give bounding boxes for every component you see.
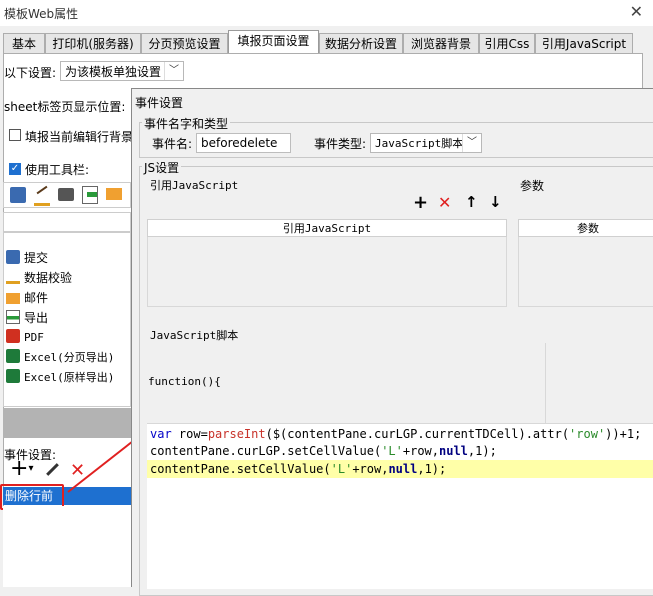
scope-select-value: 为该模板单独设置 [65,65,162,79]
tab-fill-page[interactable]: 填报页面设置 [228,30,319,54]
list-item[interactable]: PDF [6,329,44,347]
pdf-icon [6,329,20,343]
tab-page-preview[interactable]: 分页预览设置 [141,33,228,53]
code-line-3: contentPane.setCellValue('L'+row,null,1)… [147,460,653,478]
scope-label: 以下设置: [4,66,57,80]
params-list[interactable] [518,237,653,307]
event-settings-dialog: 事件设置 事件名字和类型 事件名: beforedelete 事件类型: Jav… [131,88,653,596]
fill-bg-checkbox[interactable] [9,129,21,141]
add-event-button[interactable]: +▾ [10,458,33,480]
tab-bar: 基本 打印机(服务器) 分页预览设置 填报页面设置 数据分析设置 浏览器背景 引… [3,30,653,54]
list-item-label: 数据校验 [24,271,73,285]
export-icon [6,310,20,324]
scope-select[interactable]: 为该模板单独设置 ﹀ [60,61,184,81]
add-ref-js-button[interactable]: + [413,192,428,213]
submit-icon [6,250,20,264]
validate-icon [6,270,20,284]
tab-printer[interactable]: 打印机(服务器) [45,33,141,53]
name-type-group-label: 事件名字和类型 [142,115,231,132]
toolbar-blank-row [3,212,131,232]
list-item-label: 提交 [24,251,49,265]
move-up-button[interactable]: ↑ [465,193,478,211]
toolbar-checkbox[interactable]: ✓ [9,163,21,175]
tab-browser-bg[interactable]: 浏览器背景 [403,33,479,53]
list-item-label: 邮件 [24,291,49,305]
tab-data-analysis[interactable]: 数据分析设置 [319,33,403,53]
window-titlebar: 模板Web属性 ✕ [0,0,653,26]
list-item[interactable]: Excel(分页导出) [6,349,114,367]
function-line: function(){ [148,375,221,388]
edit-event-button[interactable] [44,462,60,478]
js-script-label: JavaScript脚本 [150,329,239,342]
delete-ref-js-button[interactable]: ✕ [438,193,451,212]
code-line-2: contentPane.curLGP.setCellValue('L'+row,… [150,444,497,458]
dialog-title: 事件设置 [135,96,184,110]
plus-icon: + [10,456,29,481]
edit-icon[interactable] [34,185,50,206]
chevron-down-icon: ▾ [28,463,34,474]
list-item-label: Excel(原样导出) [24,371,115,384]
ref-js-label: 引用JavaScript [150,179,239,192]
tab-basic[interactable]: 基本 [3,33,45,53]
toolbar-items-list: 提交 数据校验 邮件 导出 PDF Excel(分页导出) Excel(原样导出… [3,232,131,407]
excel-icon [6,349,20,363]
js-code-editor[interactable]: var row=parseInt($(contentPane.curLGP.cu… [147,423,653,589]
list-item-label: PDF [24,331,44,344]
event-type-value: JavaScript脚本 [375,137,464,150]
mail-icon [6,293,20,304]
toolbar-icon-strip [3,182,131,208]
event-name-label: 事件名: [152,137,193,151]
ref-js-list[interactable] [147,237,507,307]
event-list-empty-area [3,506,131,587]
tab-ref-css[interactable]: 引用Css [479,33,535,53]
ref-js-column-header: 引用JavaScript [147,219,507,237]
list-item[interactable]: 数据校验 [6,269,72,287]
save-icon[interactable] [10,187,26,203]
list-item[interactable]: 提交 [6,249,48,267]
window-title: 模板Web属性 [4,7,79,21]
params-label: 参数 [520,179,545,193]
print-icon[interactable] [58,188,74,201]
move-down-button[interactable]: ↓ [489,193,502,211]
event-type-select[interactable]: JavaScript脚本 ﹀ [370,133,482,153]
event-type-label: 事件类型: [314,137,367,151]
chevron-down-icon: ﹀ [462,134,481,152]
pencil-icon [46,463,59,476]
sheet-position-label: sheet标签页显示位置: [4,100,126,114]
toolbar-label: 使用工具栏: [25,163,90,177]
fill-bg-label: 填报当前编辑行背景 [25,130,134,144]
code-line-1: var row=parseInt($(contentPane.curLGP.cu… [150,427,642,441]
event-name-value: beforedelete [201,136,278,150]
params-column-header: 参数 [518,219,653,237]
list-item[interactable]: Excel(原样导出) [6,369,114,387]
event-name-input[interactable]: beforedelete [196,133,291,153]
close-icon[interactable]: ✕ [630,2,643,21]
js-settings-group-label: JS设置 [142,159,182,176]
list-item[interactable]: 导出 [6,309,48,327]
chevron-down-icon: ﹀ [164,62,183,80]
mail-icon[interactable] [106,188,122,200]
list-item-label: Excel(分页导出) [24,351,115,364]
list-item[interactable]: 邮件 [6,289,48,307]
list-item-label: 导出 [24,311,49,325]
tab-ref-js[interactable]: 引用JavaScript [535,33,633,53]
export-icon[interactable] [82,186,98,204]
excel-icon [6,369,20,383]
